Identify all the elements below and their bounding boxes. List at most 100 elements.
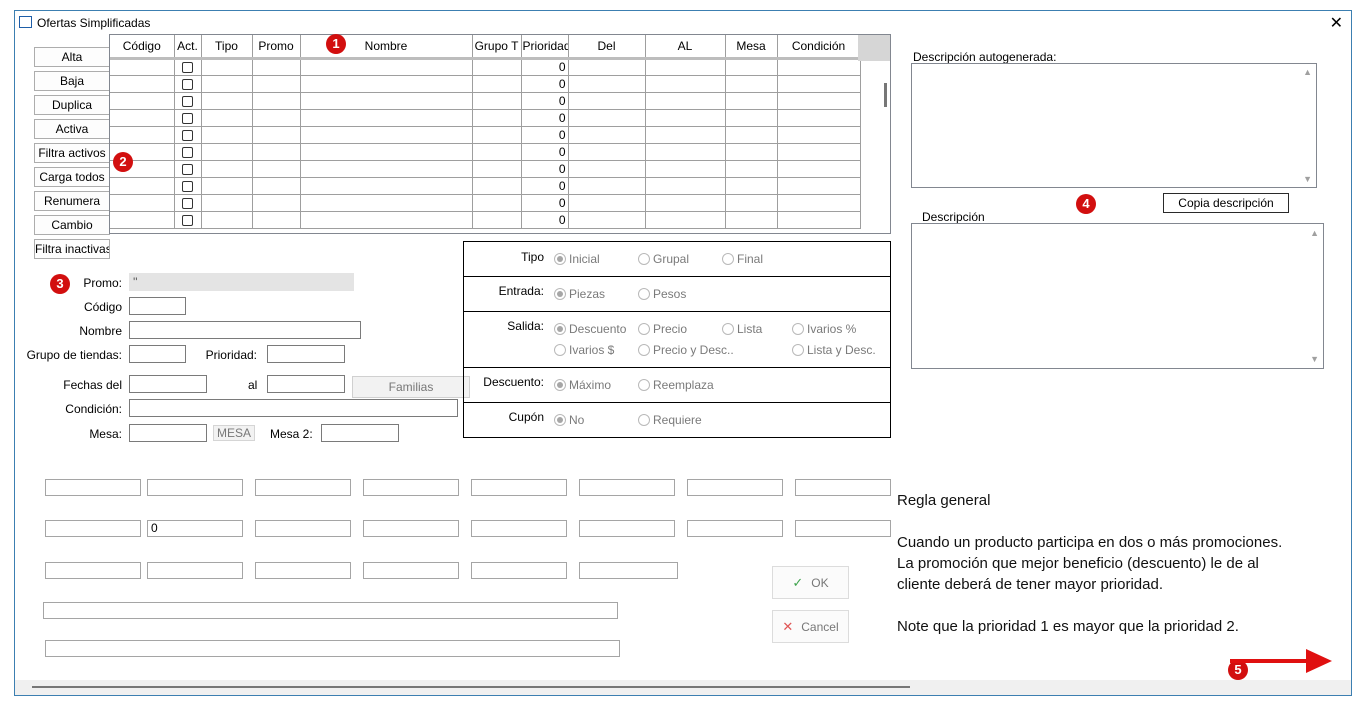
grid-cell[interactable] [472, 75, 522, 93]
active-checkbox[interactable] [182, 129, 193, 141]
grid-cell[interactable] [300, 194, 473, 212]
prioridad-cell[interactable]: 0 [521, 126, 569, 144]
codigo-input[interactable] [129, 297, 186, 315]
scroll-up-icon[interactable]: ▲ [1310, 228, 1319, 238]
active-checkbox[interactable] [182, 214, 193, 226]
tipo-grupal-radio[interactable]: Grupal [638, 252, 689, 266]
active-checkbox[interactable] [182, 180, 193, 192]
active-checkbox[interactable] [182, 112, 193, 124]
grid-cell[interactable] [300, 160, 473, 178]
grid-column-header[interactable]: Del [568, 35, 646, 60]
salida-descuento-radio[interactable]: Descuento [554, 322, 626, 336]
grid-cell[interactable] [725, 160, 778, 178]
grid-row[interactable]: 0 [110, 126, 861, 144]
side-button[interactable]: Baja [34, 71, 110, 91]
data-field[interactable] [579, 479, 675, 496]
wide-field[interactable] [43, 602, 618, 619]
active-checkbox-cell[interactable] [174, 143, 202, 161]
auto-description-box[interactable]: ▲ ▼ [911, 63, 1317, 188]
tipo-inicial-radio[interactable]: Inicial [554, 252, 600, 266]
grid-cell[interactable] [110, 58, 175, 76]
cupon-requiere-radio[interactable]: Requiere [638, 413, 702, 427]
scroll-up-icon[interactable]: ▲ [1303, 67, 1312, 77]
grid-cell[interactable] [645, 75, 726, 93]
description-box[interactable]: ▲ ▼ [911, 223, 1324, 369]
data-field[interactable] [45, 520, 141, 537]
cancel-button[interactable]: ✕ Cancel [772, 610, 849, 643]
data-field[interactable] [45, 562, 141, 579]
grid-column-header[interactable]: Código [110, 35, 175, 60]
active-checkbox[interactable] [182, 62, 193, 74]
grid-cell[interactable] [725, 177, 778, 195]
grid-cell[interactable] [645, 160, 726, 178]
data-field[interactable] [255, 479, 351, 496]
side-button[interactable]: Filtra activos [34, 143, 110, 163]
nombre-input[interactable] [129, 321, 361, 339]
grupo-input[interactable] [129, 345, 186, 363]
grid-column-header[interactable]: Condición [777, 35, 861, 60]
grid-cell[interactable] [300, 126, 473, 144]
active-checkbox-cell[interactable] [174, 194, 202, 212]
grid-cell[interactable] [472, 126, 522, 144]
grid-row[interactable]: 0 [110, 211, 861, 229]
grid-row[interactable]: 0 [110, 75, 861, 93]
grid-cell[interactable] [725, 211, 778, 229]
prioridad-cell[interactable]: 0 [521, 211, 569, 229]
grid-cell[interactable] [300, 92, 473, 110]
scroll-down-icon[interactable]: ▼ [1310, 354, 1319, 364]
side-button[interactable]: Cambio [34, 215, 110, 235]
data-field[interactable] [795, 479, 891, 496]
grid-cell[interactable] [568, 75, 646, 93]
active-checkbox-cell[interactable] [174, 92, 202, 110]
grid-cell[interactable] [645, 143, 726, 161]
descuento-maximo-radio[interactable]: Máximo [554, 378, 611, 392]
data-field[interactable] [255, 562, 351, 579]
side-button[interactable]: Activa [34, 119, 110, 139]
grid-cell[interactable] [110, 194, 175, 212]
prioridad-cell[interactable]: 0 [521, 75, 569, 93]
grid-cell[interactable] [472, 160, 522, 178]
grid-cell[interactable] [472, 109, 522, 127]
grid-cell[interactable] [201, 58, 253, 76]
grid-cell[interactable] [252, 143, 301, 161]
side-button[interactable]: Filtra inactivas [34, 239, 110, 259]
grid-cell[interactable] [568, 109, 646, 127]
data-field[interactable] [471, 479, 567, 496]
grid-cell[interactable] [777, 177, 861, 195]
grid-cell[interactable] [645, 211, 726, 229]
grid-cell[interactable] [300, 58, 473, 76]
grid-cell[interactable] [777, 160, 861, 178]
scrollbar-thumb[interactable] [32, 686, 910, 688]
tipo-final-radio[interactable]: Final [722, 252, 763, 266]
data-field[interactable]: 0 [147, 520, 243, 537]
grid-cell[interactable] [777, 109, 861, 127]
grid-row[interactable]: 0 [110, 109, 861, 127]
grid-cell[interactable] [110, 109, 175, 127]
grid-cell[interactable] [777, 194, 861, 212]
grid-cell[interactable] [252, 211, 301, 229]
grid-cell[interactable] [777, 75, 861, 93]
grid-cell[interactable] [300, 211, 473, 229]
side-button[interactable]: Duplica [34, 95, 110, 115]
grid-row[interactable]: 0 [110, 194, 861, 212]
prioridad-cell[interactable]: 0 [521, 177, 569, 195]
grid-cell[interactable] [252, 160, 301, 178]
entrada-piezas-radio[interactable]: Piezas [554, 287, 605, 301]
familias-button[interactable]: Familias [352, 376, 470, 398]
grid-column-header[interactable]: AL [645, 35, 726, 60]
horizontal-scrollbar[interactable] [15, 680, 1351, 695]
data-field[interactable] [363, 479, 459, 496]
scroll-down-icon[interactable]: ▼ [1303, 174, 1312, 184]
salida-precio-radio[interactable]: Precio [638, 322, 687, 336]
grid-cell[interactable] [300, 177, 473, 195]
condicion-input[interactable] [129, 399, 458, 417]
data-field[interactable] [363, 520, 459, 537]
grid-row[interactable]: 0 [110, 58, 861, 76]
data-field[interactable] [687, 479, 783, 496]
grid-cell[interactable] [568, 194, 646, 212]
grid-cell[interactable] [725, 194, 778, 212]
data-field[interactable] [687, 520, 783, 537]
data-field[interactable] [147, 562, 243, 579]
cupon-no-radio[interactable]: No [554, 413, 584, 427]
grid-cell[interactable] [645, 109, 726, 127]
